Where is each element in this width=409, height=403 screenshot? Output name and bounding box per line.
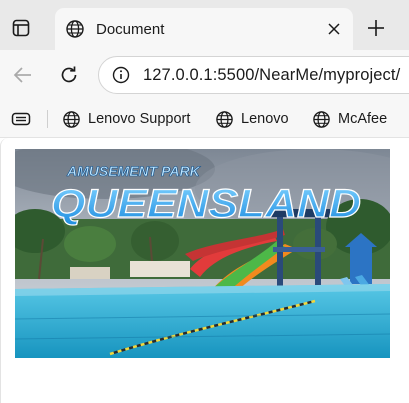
globe-icon [214, 109, 234, 129]
back-arrow-icon [13, 67, 31, 83]
plus-icon [368, 20, 384, 36]
favorites-bar: Lenovo Support Lenovo McAfee [0, 100, 409, 138]
page-content: AMUSEMENT PARK QUEENSLAND [0, 138, 409, 403]
url-text: 127.0.0.1:5500/NearMe/myproject/ [143, 65, 401, 84]
browser-toolbar: 127.0.0.1:5500/NearMe/myproject/ [0, 50, 409, 100]
favorite-lenovo[interactable]: Lenovo [214, 107, 289, 131]
favorite-label: Lenovo [241, 111, 289, 127]
globe-icon [61, 109, 81, 129]
favorite-mcafee[interactable]: McAfee [311, 107, 387, 131]
sidebar-toggle-icon[interactable] [10, 108, 32, 130]
back-button[interactable] [8, 60, 38, 90]
hero-title: QUEENSLAND [51, 182, 361, 226]
favorite-label: Lenovo Support [88, 111, 191, 127]
globe-icon [63, 17, 87, 41]
new-tab-button[interactable] [362, 14, 390, 42]
tab-title: Document [96, 20, 165, 38]
tab-document[interactable]: Document [55, 8, 353, 50]
globe-icon [311, 109, 331, 129]
tab-strip: Document [0, 0, 409, 50]
refresh-button[interactable] [54, 60, 84, 90]
tab-actions-icon [12, 19, 30, 37]
address-bar[interactable]: 127.0.0.1:5500/NearMe/myproject/ [98, 56, 409, 94]
favorite-lenovo-support[interactable]: Lenovo Support [61, 107, 190, 131]
favorites-divider [47, 110, 48, 128]
hero-subtitle: AMUSEMENT PARK [66, 163, 201, 179]
tab-actions-button[interactable] [6, 13, 36, 43]
hero-image: AMUSEMENT PARK QUEENSLAND [15, 149, 390, 358]
refresh-icon [61, 66, 77, 83]
site-info-icon[interactable] [111, 65, 131, 85]
close-tab-icon[interactable] [323, 18, 345, 40]
favorite-label: McAfee [338, 111, 388, 127]
